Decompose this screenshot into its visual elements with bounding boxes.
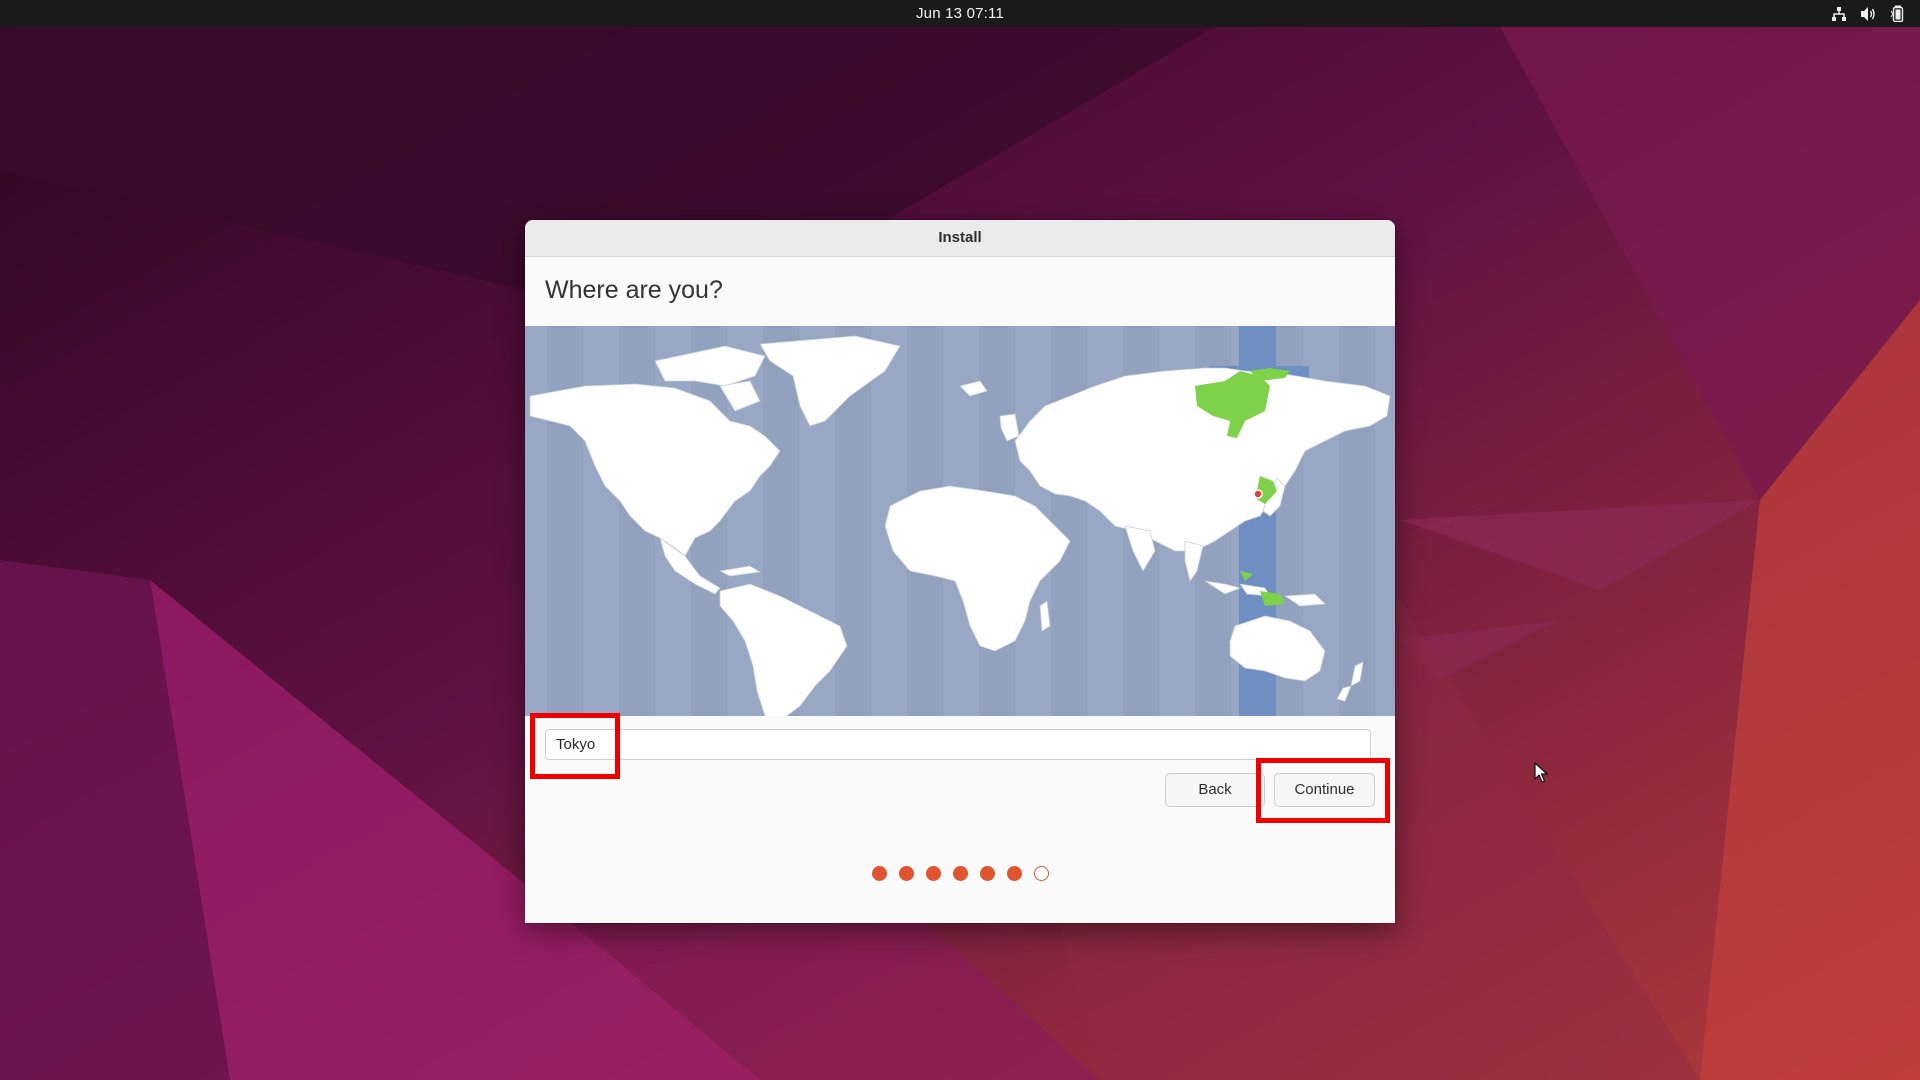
timezone-map[interactable]	[525, 326, 1395, 716]
clock[interactable]: Jun 13 07:11	[0, 0, 1920, 27]
timezone-input[interactable]	[545, 729, 1371, 760]
battery-icon[interactable]	[1890, 5, 1906, 22]
location-pin-icon	[1253, 489, 1263, 499]
step-dot-completed	[898, 866, 914, 881]
continue-button[interactable]: Continue	[1274, 773, 1375, 807]
network-icon[interactable]	[1831, 6, 1847, 22]
mouse-pointer-icon	[1534, 762, 1548, 783]
installer-window: Install Where are you? Tokyo Back Contin…	[525, 220, 1395, 923]
page-heading: Where are you?	[545, 276, 723, 304]
volume-icon[interactable]	[1860, 6, 1877, 22]
step-dot-completed	[979, 866, 995, 881]
step-dot-pending	[1033, 866, 1049, 881]
step-dot-completed	[1006, 866, 1022, 881]
system-tray[interactable]	[1831, 5, 1906, 22]
top-bar: Jun 13 07:11	[0, 0, 1920, 27]
window-title[interactable]: Install	[525, 220, 1395, 257]
step-dot-completed	[952, 866, 968, 881]
step-dot-completed	[925, 866, 941, 881]
step-progress-indicator	[525, 866, 1395, 882]
back-button[interactable]: Back	[1165, 773, 1265, 807]
step-dot-completed	[871, 866, 887, 881]
